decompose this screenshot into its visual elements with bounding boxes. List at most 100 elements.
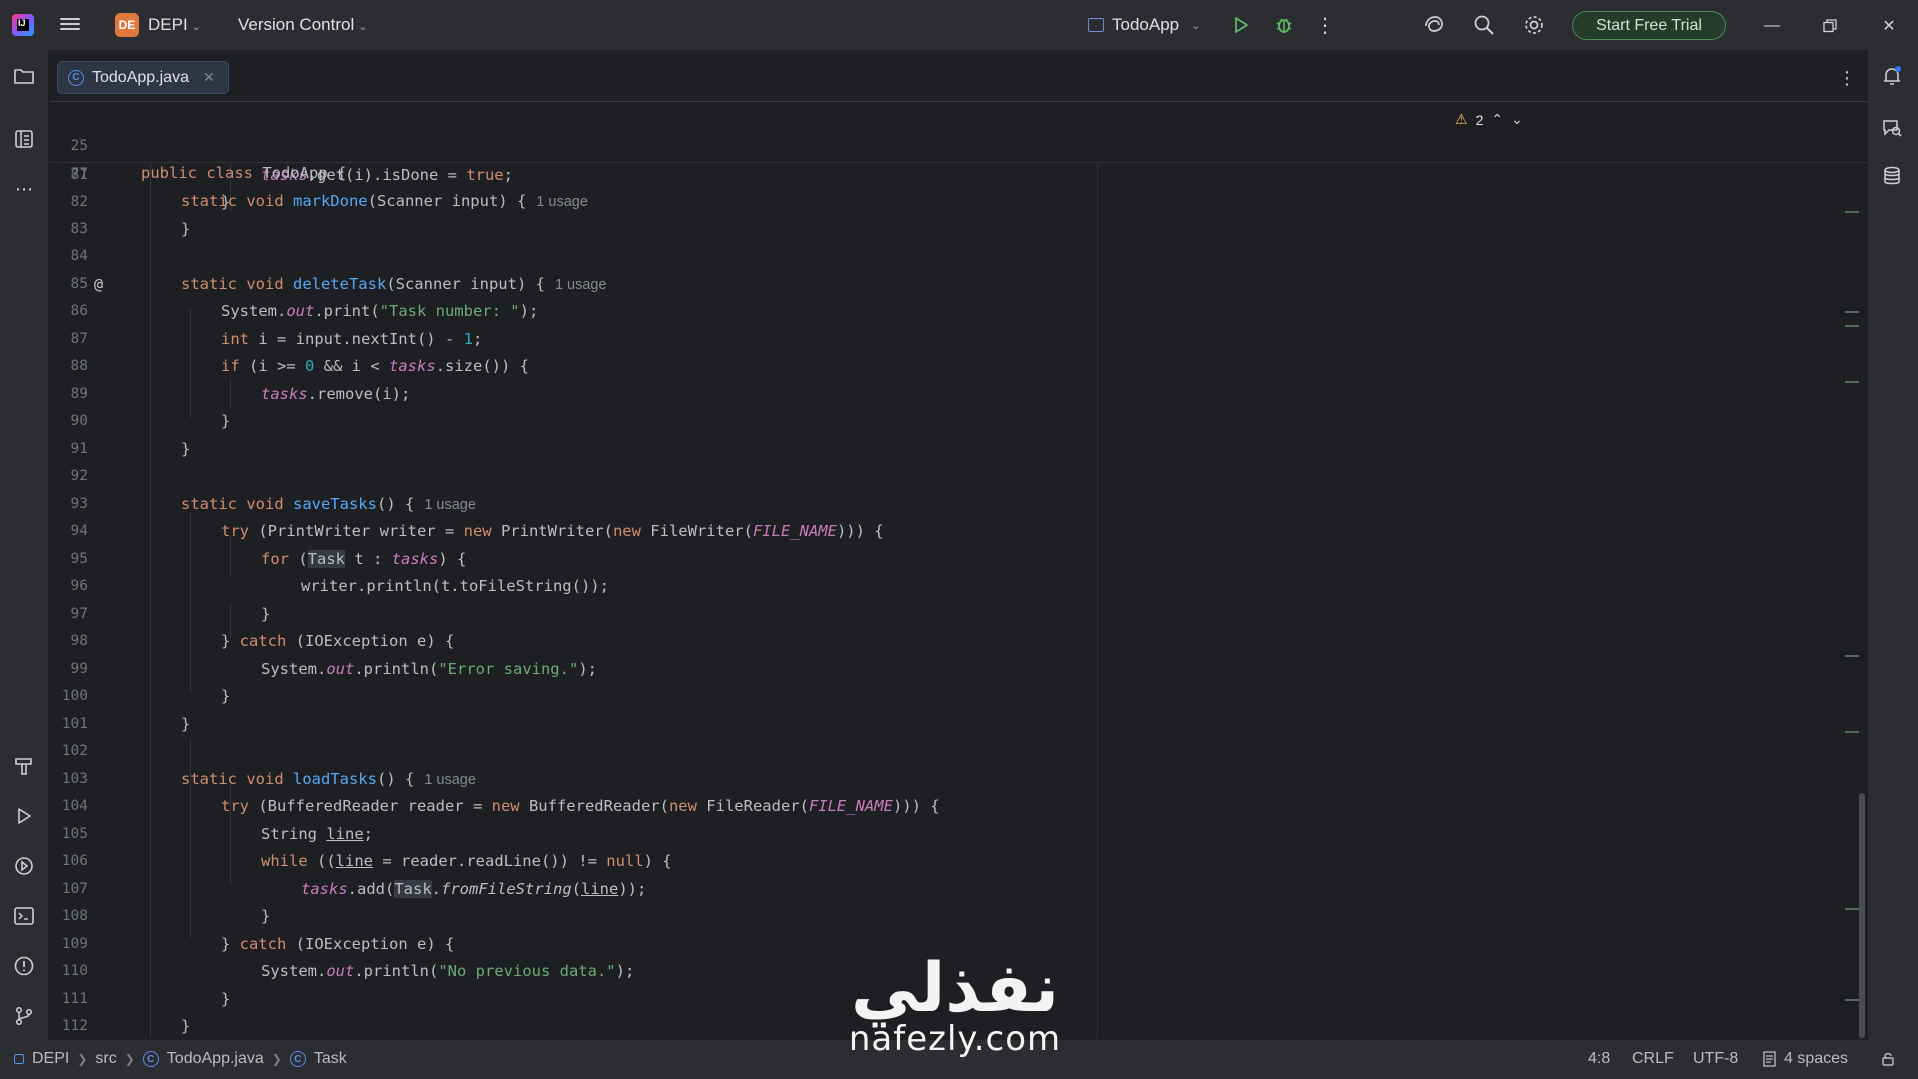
run-icon[interactable] [1228,12,1254,38]
code-line: 96 writer.println(t.toFileString()); [70,577,609,595]
start-free-trial-button[interactable]: Start Free Trial [1572,11,1726,40]
tab-label: TodoApp.java [92,68,189,86]
code-line: 108} [61,907,271,925]
tab-options-icon[interactable]: ⋮ [1838,68,1856,89]
code-line: 94 try (PrintWriter writer = new PrintWri… [70,522,884,540]
code-line: 88 if (i >= 0 && i < tasks.size()) { [70,357,529,375]
scrollbar-marker[interactable] [1845,908,1859,910]
run-tool-icon[interactable] [12,804,36,828]
tab-todoapp-java[interactable]: C TodoApp.java ✕ [57,61,229,94]
java-class-icon: C [289,1051,306,1067]
code-line: 84 [70,248,88,264]
debug-icon[interactable] [1271,12,1297,38]
usage-hint[interactable]: 1 usage [536,194,588,210]
app-logo-icon[interactable]: IJ [12,14,34,36]
breadcrumb-item[interactable]: DEPI [32,1050,69,1068]
line-number: 77 [70,166,88,182]
close-icon[interactable]: ✕ [1876,13,1902,39]
problems-icon[interactable] [12,954,36,978]
scrollbar-marker[interactable] [1845,655,1859,657]
editor-pane: C TodoApp.java ✕ ⋮ ⚠ 2 ⌃ ⌄ 25 public cla… [50,52,1868,1038]
ai-chat-icon[interactable] [1880,116,1904,140]
code-line: 95 for (Task t : tasks) { [70,550,467,568]
code-editor[interactable]: ⚠ 2 ⌃ ⌄ 25 public class TodoApp { 77 sta… [50,103,1868,1038]
indent-setting[interactable]: 4 spaces [1762,1050,1848,1068]
usage-hint[interactable]: 1 usage [555,277,607,293]
ai-assistant-icon[interactable] [1421,12,1447,38]
lock-icon[interactable] [1880,1051,1896,1072]
code-line: 92 [70,468,88,484]
code-line: 87 int i = input.nextInt() - 1; [70,330,483,348]
code-line: 86 System.out.print("Task number: "); [70,302,539,320]
breadcrumb-item[interactable]: TodoApp.java [167,1050,264,1068]
chevron-down-icon: ⌄ [191,21,201,33]
code-line: 103 static void loadTasks() {1 usage [61,770,476,788]
run-config-label: TodoApp [1112,15,1180,34]
scrollbar-marker[interactable] [1845,999,1859,1001]
left-tool-window-bar: ⋯ [0,50,48,1040]
file-encoding[interactable]: UTF-8 [1693,1050,1738,1068]
git-icon[interactable] [12,1004,36,1028]
hamburger-menu-icon[interactable] [60,15,80,35]
code-line: 93 static void saveTasks() {1 usage [70,495,476,513]
watermark-url: nafezly.com [848,1019,1062,1059]
code-line: 102 [61,743,88,759]
database-icon[interactable] [1880,164,1904,188]
breadcrumb-item[interactable]: Task [314,1050,347,1068]
services-icon[interactable] [12,854,36,878]
override-marker-icon[interactable]: @ [94,271,103,298]
vertical-scrollbar[interactable] [1859,793,1865,1038]
chevron-right-icon: ❯ [271,1052,282,1066]
indent-label: 4 spaces [1784,1050,1849,1067]
title-bar: IJ DE DEPI ⌄ Version Control ⌄ TodoApp ⌄ ⋮… [0,0,1918,50]
minimize-icon[interactable]: — [1759,13,1785,39]
indent-icon [1763,1051,1776,1067]
scrollbar-marker[interactable] [1845,381,1859,383]
code-line: 106 while ((line = reader.readLine()) != … [61,852,672,870]
settings-icon[interactable] [1521,12,1547,38]
breadcrumb-item[interactable]: src [95,1050,116,1068]
code-line: 90} [70,412,231,430]
build-icon[interactable] [12,754,36,778]
chevron-right-icon: ❯ [77,1052,88,1066]
code-line: 85 @ static void deleteTask(Scanner input)… [50,271,1830,298]
terminal-icon[interactable] [12,904,36,928]
scrollbar-marker[interactable] [1845,731,1859,733]
code-line: 83} [70,220,191,238]
more-tools-icon[interactable]: ⋯ [12,177,36,201]
inspection-widget[interactable]: ⚠ 2 ⌃ ⌄ [1455,111,1523,128]
warnings-count: 2 [1475,111,1484,128]
usage-hint[interactable]: 1 usage [424,497,476,513]
code-line: 89 tasks.remove(i); [70,385,411,403]
version-control-menu[interactable]: Version Control ⌄ [238,15,367,35]
project-folder-icon[interactable] [12,64,36,88]
vcs-label: Version Control [238,15,355,34]
line-separator[interactable]: CRLF [1632,1050,1674,1068]
code-line: 101} [61,715,191,733]
structure-icon[interactable] [12,127,36,151]
scrollbar-marker[interactable] [1845,325,1859,327]
code-line: 91} [70,440,191,458]
tab-close-icon[interactable]: ✕ [203,69,215,86]
project-badge[interactable]: DE [115,13,139,37]
project-switcher[interactable]: DEPI ⌄ [148,15,201,35]
run-configuration-selector[interactable]: TodoApp ⌄ [1088,15,1200,35]
watermark-arabic: نفذلي [850,949,1060,1028]
caret-position[interactable]: 4:8 [1588,1050,1610,1068]
chevron-right-icon: ❯ [124,1052,135,1066]
sticky-scroll-header[interactable]: 25 public class TodoApp { 77 static void… [50,103,1868,210]
next-highlight-icon[interactable]: ⌄ [1511,111,1523,128]
scrollbar-marker[interactable] [1845,211,1859,213]
scrollbar-marker[interactable] [1845,311,1859,313]
code-line: 25 public class TodoApp { [50,106,1830,182]
module-icon [14,1054,24,1064]
search-icon[interactable] [1471,12,1497,38]
java-class-icon: C [68,69,84,86]
chevron-down-icon: ⌄ [358,21,368,33]
previous-highlight-icon[interactable]: ⌃ [1491,111,1503,128]
restore-icon[interactable] [1817,13,1843,39]
usage-hint[interactable]: 1 usage [424,772,476,788]
code-line: 98} catch (IOException e) { [70,632,455,650]
notifications-icon[interactable] [1880,64,1904,88]
more-icon[interactable]: ⋮ [1312,12,1338,38]
